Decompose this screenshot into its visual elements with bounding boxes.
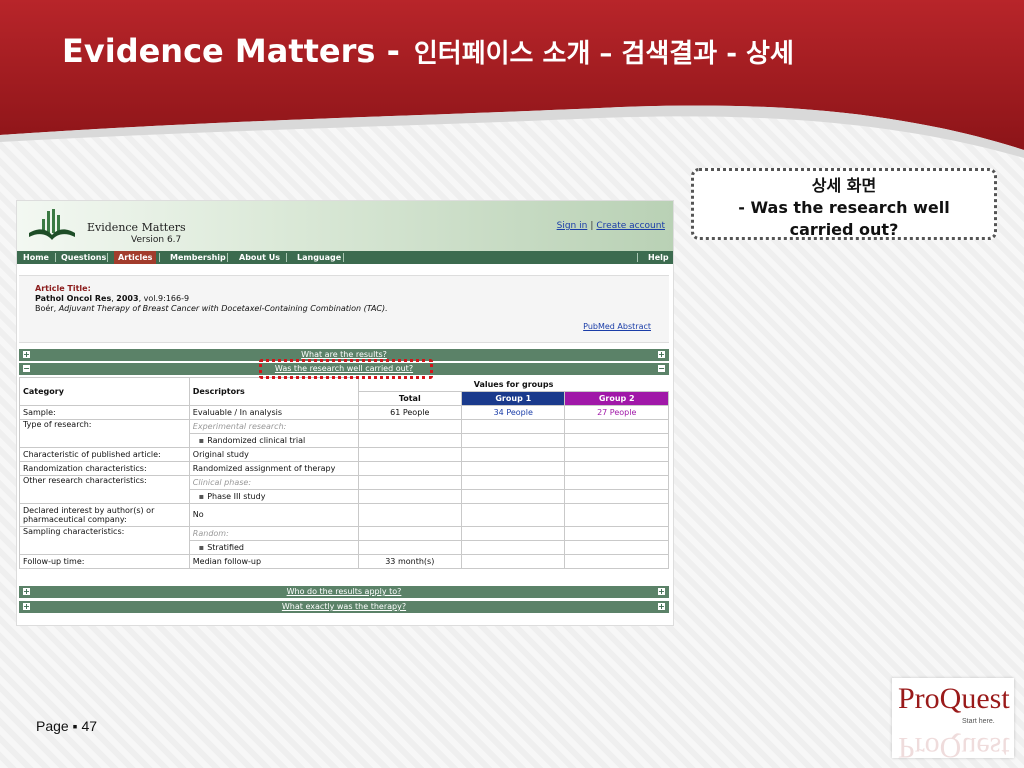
table-row: Type of research: Experimental research: bbox=[19, 418, 669, 448]
section-results-title[interactable]: What are the results? bbox=[301, 350, 387, 359]
collapse-icon[interactable]: − bbox=[23, 365, 30, 373]
row-sub-descriptor: Randomized clinical trial bbox=[188, 432, 359, 448]
sign-in-link[interactable]: Sign in bbox=[557, 221, 588, 231]
row-descriptor: Evaluable / In analysis bbox=[188, 404, 359, 420]
expand-icon[interactable]: + bbox=[658, 351, 665, 359]
table-row: Sampling characteristics: Random: bbox=[19, 525, 669, 555]
row-total: 61 People bbox=[357, 404, 463, 420]
row-category: Declared interest by author(s) or pharmac… bbox=[19, 502, 190, 527]
row-descriptor: No bbox=[188, 502, 359, 527]
app-version: Version 6.7 bbox=[131, 235, 182, 245]
row-descriptor: Randomized assignment of therapy bbox=[188, 460, 359, 476]
row-category: Characteristic of published article: bbox=[19, 446, 190, 462]
row-category: Follow-up time: bbox=[19, 553, 190, 569]
nav-help[interactable]: Help bbox=[648, 253, 669, 262]
callout-line-2: - Was the research well bbox=[738, 198, 950, 217]
col-group2: Group 2 bbox=[564, 390, 669, 406]
proquest-tagline: Start here. bbox=[962, 718, 995, 725]
evidence-matters-screenshot: Evidence Matters Version 6.7 Sign in | Cre… bbox=[16, 200, 674, 626]
row-descriptor: Median follow-up bbox=[188, 553, 359, 569]
page-number: Page ▪ 47 bbox=[36, 718, 98, 734]
article-year: 2003 bbox=[116, 294, 139, 303]
account-links: Sign in | Create account bbox=[556, 221, 665, 231]
slide-title: Evidence Matters - 인터페이스 소개 – 검색결과 - 상세 bbox=[62, 32, 794, 70]
row-group2: 27 People bbox=[564, 404, 669, 420]
row-category: Sample: bbox=[19, 404, 190, 420]
nav-about-us[interactable]: About Us bbox=[239, 253, 280, 262]
row-descriptor: Random: bbox=[188, 525, 359, 541]
section-apply-title[interactable]: Who do the results apply to? bbox=[287, 587, 402, 596]
expand-icon[interactable]: + bbox=[23, 588, 30, 596]
row-descriptor: Experimental research: bbox=[188, 418, 359, 434]
article-volume: , vol.9:166-9 bbox=[138, 294, 190, 303]
callout-line-3: carried out? bbox=[789, 220, 899, 239]
table-row: Characteristic of published article: Ori… bbox=[19, 446, 669, 462]
row-descriptor: Clinical phase: bbox=[188, 474, 359, 490]
row-total: 33 month(s) bbox=[357, 553, 463, 569]
row-sub-descriptor: Phase III study bbox=[188, 488, 359, 504]
table-row: Randomization characteristics: Randomize… bbox=[19, 460, 669, 476]
callout-line-1: 상세 화면 bbox=[811, 176, 877, 195]
callout-box: 상세 화면 - Was the research well carried ou… bbox=[691, 168, 997, 240]
col-total: Total bbox=[357, 390, 463, 406]
expand-icon[interactable]: + bbox=[658, 603, 665, 611]
proquest-logo-text: ProQuest bbox=[898, 682, 1010, 715]
app-banner: Evidence Matters Version 6.7 Sign in | Cre… bbox=[17, 201, 673, 251]
section-apply[interactable]: + Who do the results apply to? + bbox=[19, 586, 669, 598]
pubmed-abstract-link[interactable]: PubMed Abstract bbox=[583, 322, 651, 331]
article-info: Article Title: Pathol Oncol Res, 2003, v… bbox=[19, 275, 669, 343]
col-category: Category bbox=[19, 377, 190, 406]
row-sub-descriptor: Stratified bbox=[188, 539, 359, 555]
proquest-logo: ProQuest Start here. ProQuest bbox=[892, 678, 1014, 764]
nav-home[interactable]: Home bbox=[23, 253, 49, 262]
row-category: Randomization characteristics: bbox=[19, 460, 190, 476]
slide-header-banner bbox=[0, 0, 1024, 158]
nav-membership[interactable]: Membership bbox=[170, 253, 226, 262]
expand-icon[interactable]: + bbox=[658, 588, 665, 596]
article-title-label: Article Title: bbox=[35, 284, 91, 293]
nav-questions[interactable]: Questions bbox=[61, 253, 106, 262]
article-name: Adjuvant Therapy of Breast Cancer with D… bbox=[58, 304, 388, 313]
article-description: Boér, Adjuvant Therapy of Breast Cancer … bbox=[35, 304, 388, 313]
main-nav: Home Questions Articles Membership About… bbox=[17, 251, 673, 264]
row-descriptor: Original study bbox=[188, 446, 359, 462]
row-category: Sampling characteristics: bbox=[19, 525, 190, 555]
create-account-link[interactable]: Create account bbox=[596, 221, 665, 231]
col-group1: Group 1 bbox=[461, 390, 566, 406]
proquest-logo-reflection: ProQuest bbox=[898, 731, 1010, 764]
table-row: Sample: Evaluable / In analysis 61 Peopl… bbox=[19, 404, 669, 420]
slide-title-en: Evidence Matters - bbox=[62, 32, 400, 70]
section-therapy-title[interactable]: What exactly was the therapy? bbox=[282, 602, 406, 611]
table-row: Declared interest by author(s) or pharmac… bbox=[19, 502, 669, 527]
article-author: Boér, bbox=[35, 304, 57, 313]
slide-title-kr: 인터페이스 소개 – 검색결과 - 상세 bbox=[413, 39, 794, 69]
row-group1: 34 People bbox=[461, 404, 566, 420]
col-descriptors: Descriptors bbox=[188, 377, 359, 406]
evidence-matters-logo-icon bbox=[29, 209, 75, 240]
section-therapy[interactable]: + What exactly was the therapy? + bbox=[19, 601, 669, 613]
highlight-box bbox=[259, 359, 433, 379]
values-for-groups: Values for groups bbox=[473, 379, 554, 389]
article-citation: Pathol Oncol Res, 2003, vol.9:166-9 bbox=[35, 294, 190, 303]
research-table: Category Descriptors Values for groups T… bbox=[19, 377, 669, 569]
table-row: Follow-up time: Median follow-up 33 mont… bbox=[19, 553, 669, 569]
table-row: Other research characteristics: Clinical… bbox=[19, 474, 669, 504]
nav-articles[interactable]: Articles bbox=[114, 251, 157, 264]
article-journal: Pathol Oncol Res bbox=[35, 294, 112, 303]
collapse-icon[interactable]: − bbox=[658, 365, 665, 373]
expand-icon[interactable]: + bbox=[23, 351, 30, 359]
app-name: Evidence Matters bbox=[87, 221, 186, 234]
nav-language[interactable]: Language bbox=[297, 253, 341, 262]
row-category: Type of research: bbox=[19, 418, 190, 448]
row-category: Other research characteristics: bbox=[19, 474, 190, 504]
expand-icon[interactable]: + bbox=[23, 603, 30, 611]
